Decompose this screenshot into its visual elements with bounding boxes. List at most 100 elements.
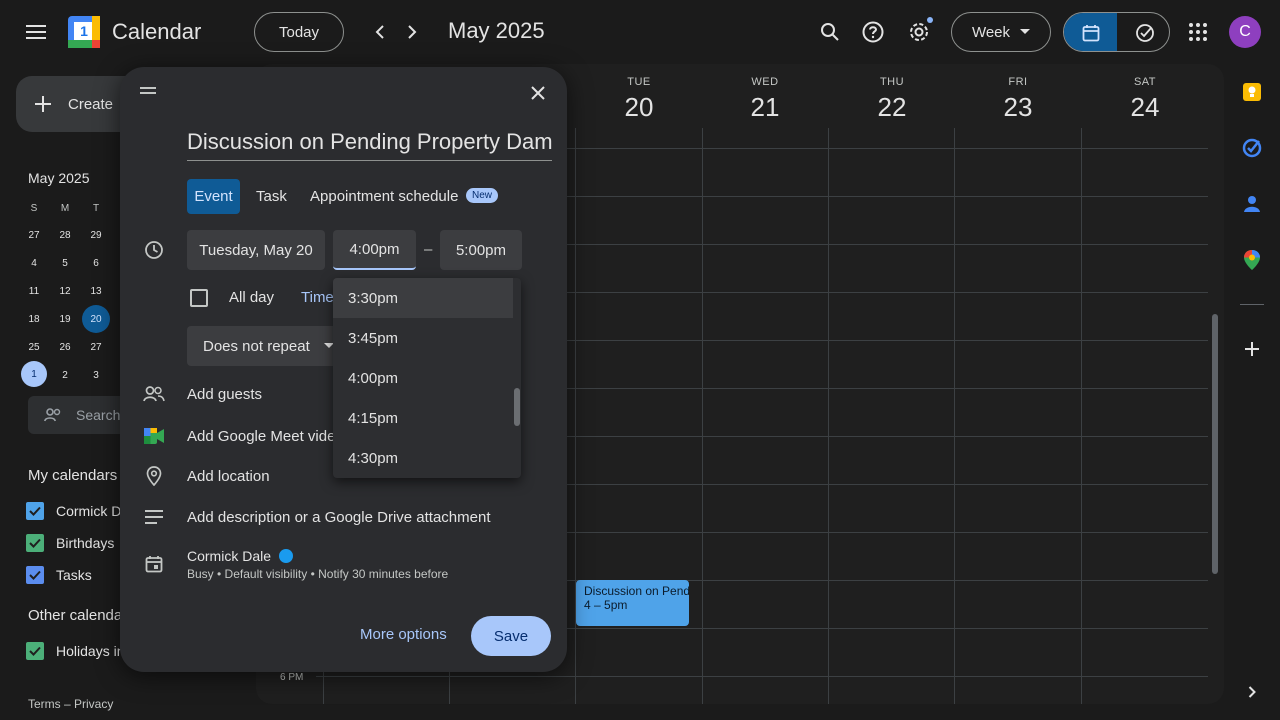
keep-icon[interactable] — [1238, 78, 1266, 106]
calendar-item-birthdays[interactable]: Birthdays — [26, 534, 114, 552]
event-date-field[interactable]: Tuesday, May 20 — [187, 230, 325, 270]
apps-grid-icon[interactable] — [1178, 12, 1218, 52]
mini-day[interactable]: 5 — [51, 249, 79, 277]
create-button-label: Create — [68, 95, 114, 113]
settings-gear-icon[interactable] — [899, 12, 939, 52]
mini-day[interactable]: 3 — [82, 361, 110, 389]
day-header-sat[interactable]: SAT 24 — [1082, 76, 1208, 123]
time-option[interactable]: 3:45pm — [333, 318, 513, 358]
mini-day[interactable]: 11 — [20, 277, 48, 305]
calendar-item-label: Birthdays — [56, 535, 115, 551]
grid-line — [702, 128, 703, 704]
add-description-field[interactable]: Add description or a Google Drive attach… — [187, 509, 491, 526]
contacts-icon[interactable] — [1238, 190, 1266, 218]
mini-day[interactable]: 2 — [51, 361, 79, 389]
drag-handle-icon[interactable] — [140, 87, 156, 95]
checkbox-checked-icon[interactable] — [26, 642, 44, 660]
expand-panel-chevron-icon[interactable] — [1238, 678, 1266, 706]
tab-task[interactable]: Task — [256, 188, 287, 205]
save-button[interactable]: Save — [471, 616, 551, 656]
start-time-field[interactable]: 4:00pm — [333, 230, 416, 270]
mini-day[interactable]: 28 — [51, 221, 79, 249]
event-title-input[interactable]: Discussion on Pending Property Dam — [187, 129, 552, 161]
calendar-item-holidays[interactable]: Holidays in — [26, 642, 124, 660]
time-option[interactable]: 4:15pm — [333, 398, 513, 438]
add-location-field[interactable]: Add location — [187, 468, 270, 485]
day-header-fri[interactable]: FRI 23 — [955, 76, 1081, 123]
mini-day-today[interactable]: 1 — [21, 361, 47, 387]
all-day-checkbox[interactable] — [190, 289, 208, 307]
next-week-icon[interactable] — [392, 12, 432, 52]
time-label-6pm: 6 PM — [280, 672, 304, 683]
mini-day[interactable]: 25 — [20, 333, 48, 361]
calendar-item-label: Holidays in — [56, 643, 125, 659]
day-header-tue[interactable]: TUE 20 — [576, 76, 702, 123]
day-number: 24 — [1130, 92, 1160, 122]
day-name: WED — [751, 76, 779, 88]
calendar-item-cormick[interactable]: Cormick D — [26, 502, 121, 520]
repeat-dropdown[interactable]: Does not repeat — [187, 326, 347, 366]
tasks-app-icon[interactable] — [1238, 134, 1266, 162]
mini-day-selected[interactable]: 20 — [82, 305, 110, 333]
time-option[interactable]: 3:30pm — [333, 278, 513, 318]
time-option[interactable]: 4:30pm — [333, 438, 513, 478]
mini-day[interactable]: 12 — [51, 277, 79, 305]
top-bar: 1 Calendar Today May 2025 Week C — [0, 0, 1280, 64]
time-option[interactable]: 4:00pm — [333, 358, 513, 398]
calendar-scrollbar[interactable] — [1212, 314, 1218, 574]
help-icon[interactable] — [853, 12, 893, 52]
checkbox-checked-icon[interactable] — [26, 566, 44, 584]
add-meet-button[interactable]: Add Google Meet video — [187, 428, 344, 445]
more-options-button[interactable]: More options — [360, 626, 447, 643]
calendar-item-label: Cormick D — [56, 503, 122, 519]
add-addon-plus-icon[interactable] — [1238, 335, 1266, 363]
dropdown-scrollbar[interactable] — [514, 388, 520, 426]
close-icon[interactable] — [524, 79, 552, 107]
google-meet-icon — [142, 424, 166, 448]
calendar-owner-name[interactable]: Cormick Dale — [187, 548, 271, 564]
mini-day[interactable]: 4 — [20, 249, 48, 277]
grid-line — [828, 128, 829, 704]
mini-day[interactable]: 6 — [82, 249, 110, 277]
maps-icon[interactable] — [1238, 246, 1266, 274]
mini-day[interactable]: 19 — [51, 305, 79, 333]
event-chip-title: Discussion on Pending — [584, 584, 689, 598]
time-zone-link[interactable]: Time — [301, 289, 334, 306]
chevron-down-icon — [1020, 29, 1031, 34]
event-chip[interactable]: Discussion on Pending 4 – 5pm — [576, 580, 689, 626]
mini-day[interactable]: 26 — [51, 333, 79, 361]
my-calendars-heading[interactable]: My calendars — [28, 467, 117, 484]
other-calendars-heading[interactable]: Other calenda — [28, 607, 122, 624]
tasks-view-toggle-icon[interactable] — [1118, 13, 1169, 51]
checkbox-checked-icon[interactable] — [26, 534, 44, 552]
calendar-view-toggle-icon[interactable] — [1064, 13, 1117, 51]
mini-day[interactable]: 29 — [82, 221, 110, 249]
event-chip-time: 4 – 5pm — [584, 598, 628, 612]
day-header-wed[interactable]: WED 21 — [702, 76, 828, 123]
tab-appointment-schedule[interactable]: Appointment schedule — [310, 188, 458, 205]
day-header-thu[interactable]: THU 22 — [829, 76, 955, 123]
mini-day[interactable]: 27 — [20, 221, 48, 249]
mini-day[interactable]: 27 — [82, 333, 110, 361]
new-badge: New — [466, 188, 499, 203]
settings-notification-dot — [927, 17, 933, 23]
tab-event[interactable]: Event — [187, 179, 240, 214]
mini-day[interactable]: 13 — [82, 277, 110, 305]
calendar-item-tasks[interactable]: Tasks — [26, 566, 92, 584]
search-icon[interactable] — [810, 12, 850, 52]
calendar-owner-icon — [142, 552, 166, 576]
add-guests-field[interactable]: Add guests — [187, 386, 262, 403]
terms-privacy-links[interactable]: Terms – Privacy — [28, 697, 113, 711]
search-people-placeholder: Search — [76, 407, 121, 423]
account-avatar[interactable]: C — [1229, 16, 1261, 48]
checkbox-checked-icon[interactable] — [26, 502, 44, 520]
mini-weekday: M — [60, 202, 70, 214]
start-time-dropdown-list: 3:30pm 3:45pm 4:00pm 4:15pm 4:30pm — [333, 278, 521, 478]
today-button[interactable]: Today — [254, 12, 344, 52]
all-day-label: All day — [229, 289, 275, 306]
mini-weekday: S — [30, 202, 38, 214]
end-time-field[interactable]: 5:00pm — [440, 230, 522, 270]
view-selector-dropdown[interactable]: Week — [951, 12, 1051, 52]
main-menu-icon[interactable] — [16, 12, 56, 52]
mini-day[interactable]: 18 — [20, 305, 48, 333]
